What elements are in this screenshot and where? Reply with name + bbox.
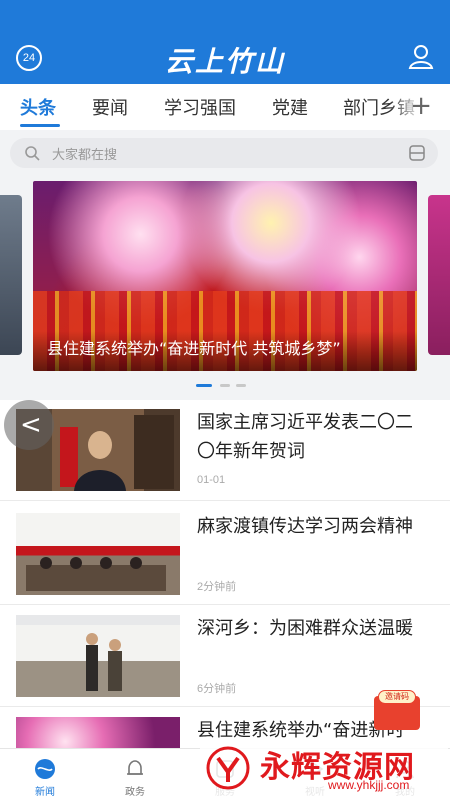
plus-icon[interactable]: + (410, 92, 432, 120)
watermark-logo-icon (206, 746, 250, 790)
globe-icon (35, 759, 55, 779)
news-title: 麻家渡镇传达学习两会精神 (197, 516, 413, 537)
search-placeholder: 大家都在搜 (52, 148, 118, 163)
invite-code-button[interactable]: 邀请码 (374, 690, 420, 730)
app-title: 云上竹山 (164, 45, 285, 78)
nav-news[interactable]: 新闻 (0, 749, 90, 800)
news-time: 2分钟前 (197, 581, 237, 593)
back-button[interactable]: < (4, 400, 54, 450)
nav-label: 政务 (125, 787, 145, 798)
banner-slide[interactable]: 县住建系统举办“奋进新时代 共筑城乡梦” (33, 181, 417, 371)
watermark-url: www.yhkjjj.com (328, 778, 410, 792)
search-bar[interactable]: 大家都在搜 (10, 138, 438, 168)
carousel-dot (236, 384, 246, 387)
news-item[interactable]: 国家主席习近平发表二〇二〇年新年贺词 01-01 (0, 400, 450, 501)
news-thumbnail (16, 513, 180, 595)
news-time: 6分钟前 (197, 683, 237, 695)
scan-icon[interactable] (408, 144, 426, 162)
news-title: 深河乡：为困难群众送温暖 (197, 618, 413, 639)
news-item[interactable]: 麻家渡镇传达学习两会精神 2分钟前 (0, 504, 450, 605)
bell-icon (127, 760, 143, 775)
nav-government[interactable]: 政务 (90, 749, 180, 800)
news-title: 国家主席习近平发表二〇二〇年新年贺词 (197, 412, 413, 462)
nav-label: 新闻 (35, 787, 55, 798)
app-header: 24 云上竹山 (0, 0, 450, 84)
user-icon[interactable] (406, 42, 436, 72)
tab-news[interactable]: 要闻 (92, 94, 128, 120)
chevron-left-icon: < (20, 410, 42, 440)
active-tab-indicator (20, 124, 60, 127)
invite-label: 邀请码 (378, 690, 416, 704)
site-watermark: 永辉资源网 www.yhkjjj.com (200, 738, 448, 796)
tab-party[interactable]: 党建 (272, 94, 308, 120)
carousel-dot-active (196, 384, 212, 387)
carousel-prev-preview[interactable] (0, 195, 22, 355)
carousel-next-preview[interactable] (428, 195, 450, 355)
channel-tabs: 头条 要闻 学习强国 党建 部门乡镇 + (0, 84, 450, 130)
banner-caption: 县住建系统举办“奋进新时代 共筑城乡梦” (47, 339, 341, 358)
carousel-dot (220, 384, 230, 387)
tab-study[interactable]: 学习强国 (164, 94, 236, 120)
news-thumbnail (16, 615, 180, 697)
search-icon (25, 146, 40, 161)
news-time: 01-01 (197, 474, 226, 486)
tab-headline[interactable]: 头条 (20, 94, 56, 120)
